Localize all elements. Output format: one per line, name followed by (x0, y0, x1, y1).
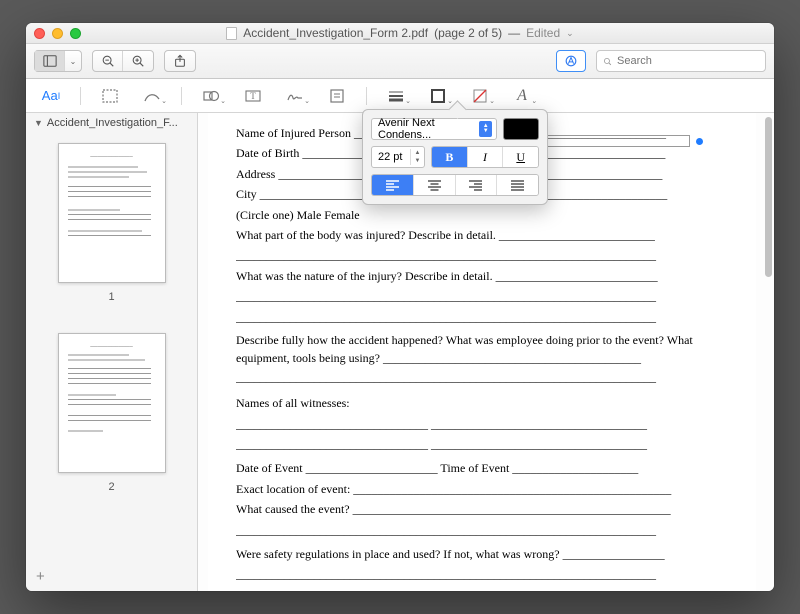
scrollbar-thumb[interactable] (765, 117, 772, 277)
chevron-updown-icon: ▲▼ (479, 121, 492, 137)
zoom-in-button[interactable] (123, 51, 153, 71)
markup-toggle-button[interactable] (556, 50, 586, 72)
markup-toolbar: AaI ⌄ ⌄ T ⌄ ⌄ ⌄ ⌄ A⌄ (26, 79, 774, 113)
title-edited-status: Edited (526, 26, 560, 40)
form-line: (Circle one) Male Female (236, 205, 728, 225)
line-style-tool[interactable]: ⌄ (383, 85, 409, 107)
form-line: ________________________________________… (236, 367, 728, 387)
page-thumbnail-1[interactable]: ──────────── (58, 143, 166, 283)
text-style-segment: B I U (431, 146, 539, 168)
page-thumbnail-2[interactable]: ──────────── (58, 333, 166, 473)
underline-button[interactable]: U (503, 147, 538, 167)
form-line: ________________________________ _______… (236, 434, 728, 454)
font-style-tool[interactable]: A⌄ (509, 85, 535, 107)
search-field[interactable] (596, 50, 766, 72)
form-line: Describe fully how the accident happened… (236, 331, 728, 367)
title-page-info: (page 2 of 5) (434, 26, 502, 40)
form-line: Employee went to doctor/hospital? Doctor… (236, 589, 728, 591)
sidebar-toggle-button[interactable] (35, 51, 65, 71)
form-line: ________________________________________… (236, 520, 728, 540)
text-tool[interactable]: T (240, 85, 266, 107)
shapes-tool[interactable]: ⌄ (198, 85, 224, 107)
font-family-value: Avenir Next Condens... (378, 117, 479, 141)
form-line: ________________________________ _______… (236, 414, 728, 434)
thumb-1-label: 1 (108, 291, 114, 303)
disclosure-triangle-icon[interactable]: ▼ (34, 118, 43, 128)
title-filename: Accident_Investigation_Form 2.pdf (243, 26, 428, 40)
form-line: ________________________________________… (236, 245, 728, 265)
window-title: Accident_Investigation_Form 2.pdf (page … (26, 26, 774, 40)
bold-button[interactable]: B (432, 147, 468, 167)
titlebar: Accident_Investigation_Form 2.pdf (page … (26, 23, 774, 44)
align-right-button[interactable] (456, 175, 498, 195)
view-mode-segment[interactable]: ⌄ (34, 50, 82, 72)
title-dropdown-caret[interactable]: ⌄ (566, 28, 574, 39)
form-line: Exact location of event: _______________… (236, 479, 728, 499)
main-toolbar: ⌄ (26, 44, 774, 79)
zoom-segment (92, 50, 154, 72)
thumb-2-label: 2 (108, 481, 114, 493)
form-line: What part of the body was injured? Descr… (236, 225, 728, 245)
form-line: Names of all witnesses: (236, 393, 728, 413)
form-line: Were safety regulations in place and use… (236, 544, 728, 564)
align-left-button[interactable] (372, 175, 414, 195)
vertical-scrollbar[interactable] (765, 117, 772, 587)
preview-window: Accident_Investigation_Form 2.pdf (page … (26, 23, 774, 591)
thumb-1-container: ──────────── 1 (26, 133, 197, 323)
sidebar-doc-header[interactable]: ▼ Accident_Investigation_F... (26, 113, 197, 133)
font-family-select[interactable]: Avenir Next Condens... ▲▼ (371, 118, 497, 140)
form-line: ________________________________________… (236, 564, 728, 584)
form-line: Date of Event ______________________ Tim… (236, 458, 728, 478)
annotation-resize-handle[interactable] (696, 138, 703, 145)
thumbnail-sidebar: ▼ Accident_Investigation_F... ──────────… (26, 113, 198, 591)
sign-tool[interactable]: ⌄ (282, 85, 308, 107)
italic-button[interactable]: I (468, 147, 504, 167)
text-align-segment (371, 174, 539, 196)
font-size-stepper[interactable]: ▲▼ (410, 149, 424, 165)
window-controls (34, 28, 81, 39)
zoom-window-button[interactable] (70, 28, 81, 39)
view-mode-menu[interactable]: ⌄ (65, 51, 81, 71)
font-size-field[interactable]: 22 pt ▲▼ (371, 146, 425, 168)
text-selection-tool[interactable]: AaI (38, 85, 64, 107)
font-size-value: 22 pt (372, 151, 410, 163)
add-page-button[interactable]: + (26, 562, 197, 591)
font-style-popover: Avenir Next Condens... ▲▼ 22 pt ▲▼ B I U (362, 109, 548, 205)
sketch-tool[interactable]: ⌄ (139, 85, 165, 107)
share-button[interactable] (164, 50, 196, 72)
sidebar-doc-name: Accident_Investigation_F... (47, 117, 178, 129)
close-window-button[interactable] (34, 28, 45, 39)
align-center-button[interactable] (414, 175, 456, 195)
text-color-swatch[interactable] (503, 118, 539, 140)
thumb-2-container: ──────────── 2 (26, 323, 197, 513)
note-tool[interactable] (324, 85, 350, 107)
zoom-out-button[interactable] (93, 51, 123, 71)
fill-color-tool[interactable]: ⌄ (467, 85, 493, 107)
minimize-window-button[interactable] (52, 28, 63, 39)
search-input[interactable] (617, 55, 759, 67)
svg-text:T: T (250, 91, 256, 101)
search-icon (603, 56, 612, 67)
form-line: What was the nature of the injury? Descr… (236, 266, 728, 286)
form-line: ________________________________________… (236, 307, 728, 327)
form-line: What caused the event? _________________… (236, 499, 728, 519)
border-color-tool[interactable]: ⌄ (425, 85, 451, 107)
form-line: ________________________________________… (236, 286, 728, 306)
align-justify-button[interactable] (497, 175, 538, 195)
document-icon (226, 27, 237, 40)
rectangle-select-tool[interactable] (97, 85, 123, 107)
